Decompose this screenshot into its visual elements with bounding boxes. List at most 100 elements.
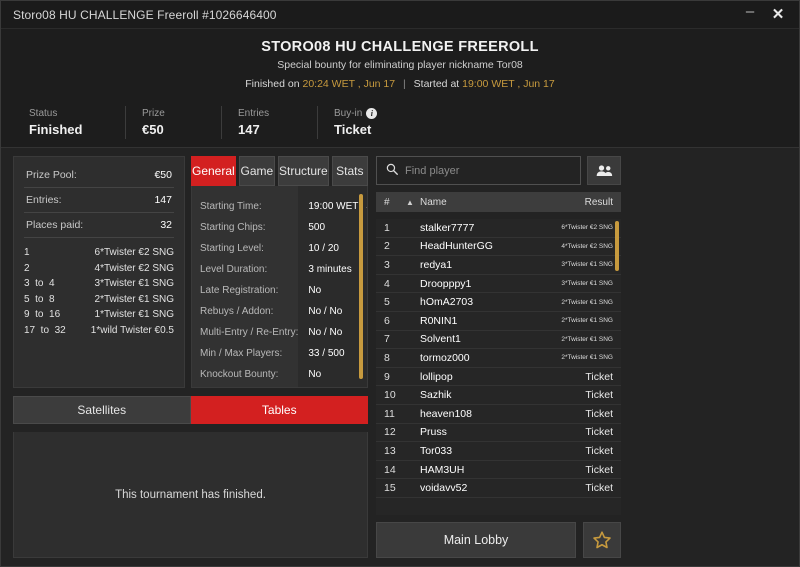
- tab-structure[interactable]: Structure: [278, 156, 329, 186]
- info-key: Starting Level:: [200, 243, 264, 254]
- table-row[interactable]: 9 lollipop Ticket: [376, 368, 621, 387]
- people-icon[interactable]: [587, 156, 621, 185]
- search-input[interactable]: [405, 164, 571, 177]
- payout-prize: 6*Twister €2 SNG: [94, 247, 174, 258]
- column-header-result[interactable]: Result: [585, 197, 613, 208]
- row-player-name: R0NIN1: [420, 314, 458, 327]
- row-rank: 8: [384, 351, 390, 364]
- table-row[interactable]: 12 Pruss Ticket: [376, 424, 621, 443]
- minimize-icon[interactable]: –: [737, 4, 763, 26]
- finished-time: 20:24 WET , Jun 17: [302, 78, 396, 90]
- main-lobby-button[interactable]: Main Lobby: [376, 522, 576, 558]
- table-row[interactable]: 6 R0NIN1 2*Twister €1 SNG: [376, 312, 621, 331]
- row-result: 4*Twister €2 SNG: [561, 242, 613, 250]
- payout-position: 9 to 16: [24, 309, 61, 320]
- info-scrollbar[interactable]: [359, 194, 363, 379]
- row-result: Ticket: [585, 482, 613, 495]
- info-key: Rebuys / Addon:: [200, 306, 274, 317]
- finished-label: Finished on: [245, 78, 300, 90]
- row-rank: 3: [384, 258, 390, 271]
- row-rank: 2: [384, 240, 390, 253]
- row-result: Ticket: [585, 370, 613, 383]
- row-player-name: HeadHunterGG: [420, 240, 493, 253]
- row-rank: 7: [384, 333, 390, 346]
- tab-satellites[interactable]: Satellites: [13, 396, 191, 424]
- tab-tables[interactable]: Tables: [190, 396, 368, 424]
- row-result: Ticket: [585, 389, 613, 402]
- prize-pool-panel: Prize Pool: €50 Entries: 147 Places paid…: [13, 156, 185, 388]
- row-rank: 9: [384, 370, 390, 383]
- row-player-name: Droopppy1: [420, 277, 472, 290]
- table-row[interactable]: 1 stalker7777 6*Twister €2 SNG: [376, 219, 621, 238]
- row-result: 3*Twister €1 SNG: [561, 261, 613, 269]
- payout-row: 17 to 32 1*wild Twister €0.5: [24, 323, 174, 339]
- started-time: 19:00 WET , Jun 17: [462, 78, 555, 90]
- row-result: Ticket: [585, 444, 613, 457]
- sort-ascending-icon[interactable]: ▲: [406, 198, 420, 207]
- entries-row: Entries: 147: [24, 188, 174, 213]
- row-result: 2*Twister €1 SNG: [561, 335, 613, 343]
- status-label: Status: [29, 108, 58, 119]
- payout-prize: 3*Twister €1 SNG: [94, 278, 174, 289]
- table-row[interactable]: 8 tormoz000 2*Twister €1 SNG: [376, 349, 621, 368]
- payout-row: 1 6*Twister €2 SNG: [24, 245, 174, 261]
- row-result: 2*Twister €1 SNG: [561, 298, 613, 306]
- bottom-tab-bar: Satellites Tables: [13, 396, 368, 424]
- table-row[interactable]: 14 HAM3UH Ticket: [376, 461, 621, 480]
- table-row[interactable]: 2 HeadHunterGG 4*Twister €2 SNG: [376, 238, 621, 257]
- left-column: Prize Pool: €50 Entries: 147 Places paid…: [13, 156, 369, 558]
- tab-general[interactable]: General: [191, 156, 236, 186]
- row-rank: 5: [384, 296, 390, 309]
- table-row[interactable]: 5 hOmA2703 2*Twister €1 SNG: [376, 293, 621, 312]
- row-player-name: voidavv52: [420, 482, 468, 495]
- prize-label: Prize: [142, 108, 165, 119]
- window-controls: – ✕: [737, 4, 791, 26]
- tab-stats[interactable]: Stats: [331, 156, 369, 186]
- entries-value: 147: [238, 122, 260, 137]
- search-box[interactable]: [376, 156, 581, 185]
- info-key: Starting Chips:: [200, 222, 266, 233]
- tab-bar: General Game Structure Stats: [191, 156, 369, 186]
- player-list: 1 stalker7777 6*Twister €2 SNG 2 HeadHunter…: [376, 219, 621, 515]
- table-row[interactable]: 13 Tor033 Ticket: [376, 442, 621, 461]
- table-row[interactable]: 4 Droopppy1 3*Twister €1 SNG: [376, 275, 621, 294]
- info-icon[interactable]: i: [366, 108, 378, 119]
- payout-row: 2 4*Twister €2 SNG: [24, 261, 174, 277]
- info-key: Starting Time:: [200, 201, 262, 212]
- tournament-subtitle: Special bounty for eliminating player ni…: [277, 59, 523, 71]
- column-header-num[interactable]: #: [384, 197, 406, 208]
- prize-pool-row: Prize Pool: €50: [24, 163, 174, 188]
- tab-game[interactable]: Game: [238, 156, 276, 186]
- time-separator: |: [403, 78, 406, 90]
- payout-row: 5 to 8 2*Twister €1 SNG: [24, 292, 174, 308]
- payout-row: 9 to 16 1*Twister €1 SNG: [24, 307, 174, 323]
- row-rank: 10: [384, 389, 396, 402]
- row-rank: 12: [384, 426, 396, 439]
- row-rank: 13: [384, 444, 396, 457]
- tables-panel: This tournament has finished.: [13, 432, 368, 558]
- star-icon[interactable]: [583, 522, 621, 558]
- info-tabs-panel: General Game Structure Stats Starting Ti…: [191, 156, 369, 388]
- row-result: Ticket: [585, 407, 613, 420]
- table-row[interactable]: 3 redya1 3*Twister €1 SNG: [376, 256, 621, 275]
- info-key: Level Duration:: [200, 264, 268, 275]
- row-result: 2*Twister €1 SNG: [561, 317, 613, 325]
- info-key: Late Registration:: [200, 285, 279, 296]
- row-player-name: stalker7777: [420, 221, 475, 234]
- payout-prize: 1*Twister €1 SNG: [94, 309, 174, 320]
- column-header-name[interactable]: Name: [420, 197, 585, 208]
- tables-message: This tournament has finished.: [115, 488, 266, 501]
- table-row[interactable]: 10 Sazhik Ticket: [376, 386, 621, 405]
- player-list-scrollbar[interactable]: [615, 221, 619, 271]
- close-icon[interactable]: ✕: [765, 4, 791, 26]
- row-player-name: Sazhik: [420, 389, 452, 402]
- player-panel: # ▲ Name Result 1 stalker7777 6*Twister €2…: [376, 156, 621, 558]
- payout-prize: 4*Twister €2 SNG: [94, 262, 174, 274]
- buyin-label: Buy-in: [334, 108, 363, 119]
- table-row[interactable]: 11 heaven108 Ticket: [376, 405, 621, 424]
- row-rank: 15: [384, 482, 396, 495]
- row-player-name: tormoz000: [420, 351, 470, 364]
- table-row[interactable]: 15 voidavv52 Ticket: [376, 479, 621, 498]
- table-row[interactable]: 7 Solvent1 2*Twister €1 SNG: [376, 331, 621, 350]
- tournament-header: STORO08 HU CHALLENGE FREEROLL Special bo…: [1, 29, 799, 100]
